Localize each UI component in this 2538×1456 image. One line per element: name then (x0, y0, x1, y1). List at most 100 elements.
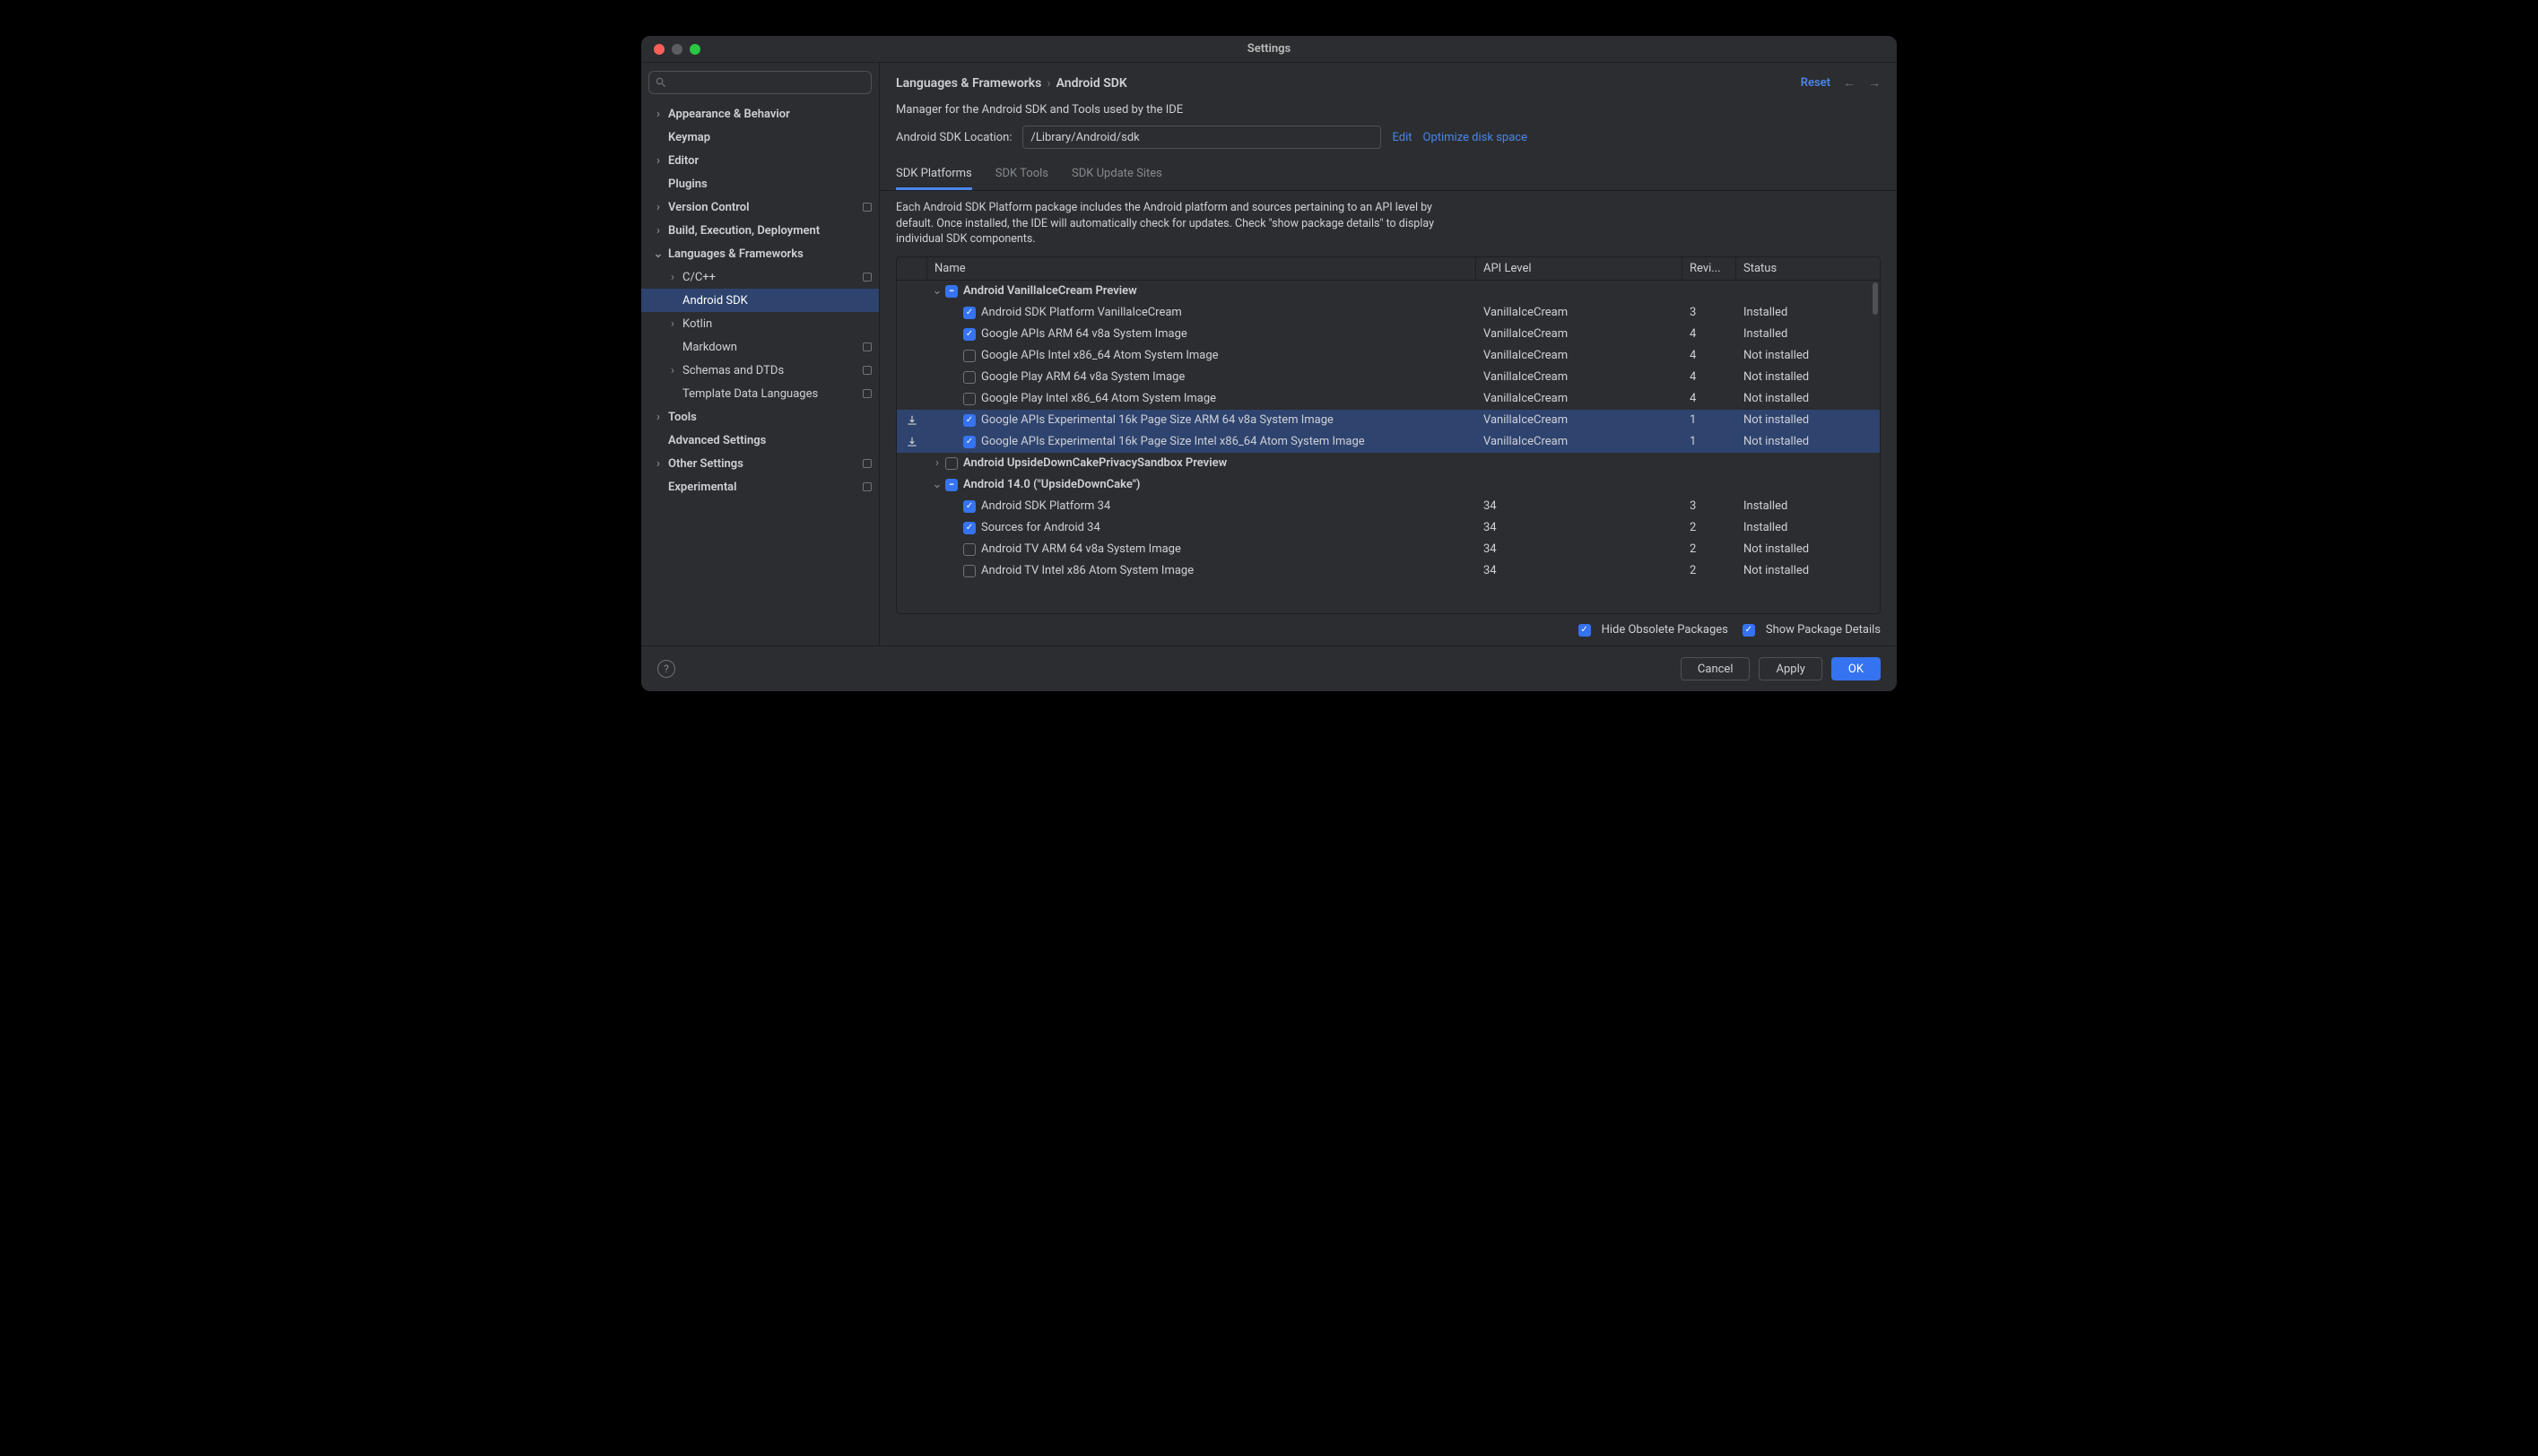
checkbox-icon[interactable] (963, 371, 976, 384)
chevron-down-icon[interactable]: ⌄ (931, 479, 943, 491)
tabs: SDK Platforms SDK Tools SDK Update Sites (880, 160, 1897, 191)
row-status-cell: Not installed (1736, 560, 1880, 582)
table-row[interactable]: Android TV ARM 64 v8a System Image342Not… (897, 539, 1880, 560)
col-name-header[interactable]: Name (927, 257, 1476, 280)
checkbox-indeterminate-icon[interactable]: − (945, 285, 958, 298)
sidebar-item-markdown[interactable]: Markdown (641, 335, 879, 359)
checkbox-icon[interactable]: ✓ (963, 328, 976, 341)
checkbox-icon: ✓ (1743, 624, 1755, 637)
table-row[interactable]: Google APIs Intel x86_64 Atom System Ima… (897, 345, 1880, 367)
table-body[interactable]: ⌄−Android VanillaIceCream Preview✓Androi… (897, 281, 1880, 614)
table-row[interactable]: ✓Sources for Android 34342Installed (897, 517, 1880, 539)
checkbox-icon[interactable]: ✓ (963, 522, 976, 534)
sidebar-item-label: Schemas and DTDs (682, 364, 784, 377)
sidebar-item-label: Tools (668, 411, 697, 424)
checkbox-icon[interactable] (963, 543, 976, 556)
tab-sdk-platforms[interactable]: SDK Platforms (896, 160, 972, 190)
history-forward-icon[interactable]: → (1868, 75, 1881, 91)
chevron-right-icon[interactable]: › (931, 457, 943, 470)
search-input[interactable] (648, 71, 872, 94)
hide-obsolete-label: Hide Obsolete Packages (1602, 623, 1728, 637)
reset-button[interactable]: Reset (1801, 76, 1830, 90)
checkbox-icon[interactable]: ✓ (963, 436, 976, 448)
row-name-cell: ✓Google APIs Experimental 16k Page Size … (927, 410, 1476, 431)
item-name-label: Android TV ARM 64 v8a System Image (981, 542, 1181, 556)
checkbox-icon[interactable] (963, 350, 976, 362)
tab-sdk-update-sites[interactable]: SDK Update Sites (1072, 160, 1162, 190)
help-button[interactable]: ? (657, 660, 675, 678)
sidebar-item-label: Android SDK (682, 294, 748, 308)
row-rev-cell (1682, 281, 1736, 302)
chevron-right-icon: › (652, 411, 665, 423)
sdk-location-input[interactable] (1022, 126, 1381, 149)
row-name-cell: ✓Google APIs Experimental 16k Page Size … (927, 431, 1476, 453)
table-row[interactable]: ✓Android SDK Platform 34343Installed (897, 496, 1880, 517)
item-name-label: Google Play ARM 64 v8a System Image (981, 370, 1185, 384)
chevron-down-icon: ⌄ (652, 247, 665, 260)
scrollbar[interactable] (1873, 282, 1878, 315)
sidebar-item-tools[interactable]: ›Tools (641, 405, 879, 429)
sidebar-item-c-c-[interactable]: ›C/C++ (641, 265, 879, 289)
hide-obsolete-checkbox[interactable]: ✓ Hide Obsolete Packages (1578, 623, 1728, 637)
tab-sdk-tools[interactable]: SDK Tools (995, 160, 1048, 190)
sidebar-item-schemas-and-dtds[interactable]: ›Schemas and DTDs (641, 359, 879, 382)
sidebar-item-experimental[interactable]: Experimental (641, 475, 879, 498)
chevron-right-icon (652, 481, 665, 493)
table-row[interactable]: ✓Google APIs Experimental 16k Page Size … (897, 431, 1880, 453)
col-rev-header[interactable]: Revi... (1682, 257, 1736, 280)
checkbox-icon[interactable]: ✓ (963, 307, 976, 319)
history-back-icon[interactable]: ← (1843, 75, 1856, 91)
chevron-right-icon: › (652, 201, 665, 213)
checkbox-icon[interactable]: ✓ (963, 500, 976, 513)
sidebar-item-label: Version Control (668, 201, 749, 214)
row-name-cell: Google Play Intel x86_64 Atom System Ima… (927, 388, 1476, 410)
chevron-right-icon (652, 178, 665, 190)
row-rev-cell: 4 (1682, 324, 1736, 345)
table-row[interactable]: Google Play Intel x86_64 Atom System Ima… (897, 388, 1880, 410)
cancel-button[interactable]: Cancel (1681, 657, 1751, 680)
sidebar-item-template-data-languages[interactable]: Template Data Languages (641, 382, 879, 405)
col-status-header[interactable]: Status (1736, 257, 1880, 280)
optimize-link[interactable]: Optimize disk space (1423, 131, 1527, 144)
edit-link[interactable]: Edit (1392, 131, 1412, 144)
table-row[interactable]: Google Play ARM 64 v8a System ImageVanil… (897, 367, 1880, 388)
ok-button[interactable]: OK (1831, 657, 1881, 680)
sidebar-item-build-execution-deployment[interactable]: ›Build, Execution, Deployment (641, 219, 879, 242)
table-group-row[interactable]: ⌄−Android 14.0 ("UpsideDownCake") (897, 474, 1880, 496)
sidebar-item-plugins[interactable]: Plugins (641, 172, 879, 195)
sidebar-item-languages-frameworks[interactable]: ⌄Languages & Frameworks (641, 242, 879, 265)
checkbox-indeterminate-icon[interactable]: − (945, 479, 958, 491)
sidebar-item-editor[interactable]: ›Editor (641, 149, 879, 172)
table-group-row[interactable]: ›Android UpsideDownCakePrivacySandbox Pr… (897, 453, 1880, 474)
sidebar-item-version-control[interactable]: ›Version Control (641, 195, 879, 219)
row-icon-cell (897, 281, 927, 302)
row-api-cell: VanillaIceCream (1476, 302, 1682, 324)
sidebar-item-kotlin[interactable]: ›Kotlin (641, 312, 879, 335)
sidebar-item-android-sdk[interactable]: Android SDK (641, 289, 879, 312)
checkbox-icon[interactable]: ✓ (963, 414, 976, 427)
checkbox-icon[interactable] (963, 565, 976, 577)
row-icon-cell (897, 517, 927, 539)
checkbox-icon[interactable] (963, 393, 976, 405)
table-row[interactable]: Android TV Intel x86 Atom System Image34… (897, 560, 1880, 582)
group-name-label: Android VanillaIceCream Preview (963, 284, 1137, 298)
row-status-cell: Installed (1736, 302, 1880, 324)
sidebar-item-appearance-behavior[interactable]: ›Appearance & Behavior (641, 102, 879, 126)
table-row[interactable]: ✓Google APIs Experimental 16k Page Size … (897, 410, 1880, 431)
sdk-location-row: Android SDK Location: Edit Optimize disk… (880, 126, 1897, 160)
show-details-checkbox[interactable]: ✓ Show Package Details (1743, 623, 1881, 637)
table-group-row[interactable]: ⌄−Android VanillaIceCream Preview (897, 281, 1880, 302)
apply-button[interactable]: Apply (1759, 657, 1821, 680)
checkbox-icon[interactable] (945, 457, 958, 470)
settings-tree[interactable]: ›Appearance & BehaviorKeymap›EditorPlugi… (641, 102, 879, 646)
chevron-right-icon: › (652, 224, 665, 237)
sidebar-item-other-settings[interactable]: ›Other Settings (641, 452, 879, 475)
sidebar-item-label: Appearance & Behavior (668, 108, 790, 121)
col-icon-header (897, 257, 927, 280)
table-row[interactable]: ✓Android SDK Platform VanillaIceCreamVan… (897, 302, 1880, 324)
table-row[interactable]: ✓Google APIs ARM 64 v8a System ImageVani… (897, 324, 1880, 345)
sidebar-item-advanced-settings[interactable]: Advanced Settings (641, 429, 879, 452)
col-api-header[interactable]: API Level (1476, 257, 1682, 280)
chevron-down-icon[interactable]: ⌄ (931, 285, 943, 298)
sidebar-item-keymap[interactable]: Keymap (641, 126, 879, 149)
